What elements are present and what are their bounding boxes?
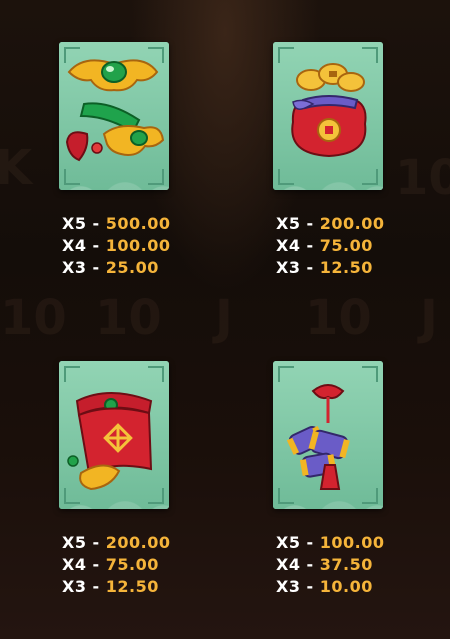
payout-row: X3 - 25.00 bbox=[62, 257, 171, 279]
payout-list: X5 - 200.00 X4 - 75.00 X3 - 12.50 bbox=[62, 532, 171, 598]
multiplier-label: X3 bbox=[276, 258, 301, 277]
multiplier-label: X5 bbox=[276, 214, 301, 233]
payout-value: 10.00 bbox=[319, 577, 373, 596]
payout-list: X5 - 100.00 X4 - 37.50 X3 - 10.00 bbox=[276, 532, 385, 598]
firecracker-icon bbox=[286, 384, 350, 490]
payout-value: 100.00 bbox=[105, 236, 171, 255]
multiplier-label: X3 bbox=[276, 577, 301, 596]
payout-row: X5 - 200.00 bbox=[62, 532, 171, 554]
multiplier-label: X4 bbox=[62, 555, 87, 574]
separator: - bbox=[92, 236, 100, 255]
payout-list: X5 - 200.00 X4 - 75.00 X3 - 12.50 bbox=[276, 213, 385, 279]
red-scroll-icon bbox=[67, 392, 153, 491]
separator: - bbox=[92, 577, 100, 596]
multiplier-label: X4 bbox=[276, 555, 301, 574]
money-pouch-icon bbox=[291, 63, 367, 158]
symbol-card-money-pouch bbox=[273, 42, 383, 190]
payout-row: X3 - 12.50 bbox=[276, 257, 385, 279]
paytable-panel: X5 - 500.00 X4 - 100.00 X3 - 25.00 X5 - … bbox=[0, 0, 450, 639]
payout-value: 200.00 bbox=[105, 533, 171, 552]
payout-row: X5 - 200.00 bbox=[276, 213, 385, 235]
payout-row: X4 - 75.00 bbox=[276, 235, 385, 257]
separator: - bbox=[92, 214, 100, 233]
separator: - bbox=[306, 555, 314, 574]
payout-value: 12.50 bbox=[319, 258, 373, 277]
symbol-card-gold-ingot bbox=[59, 42, 169, 190]
payout-value: 25.00 bbox=[105, 258, 159, 277]
payout-value: 75.00 bbox=[105, 555, 159, 574]
payout-row: X4 - 100.00 bbox=[62, 235, 171, 257]
multiplier-label: X3 bbox=[62, 577, 87, 596]
multiplier-label: X4 bbox=[276, 236, 301, 255]
payout-value: 500.00 bbox=[105, 214, 171, 233]
separator: - bbox=[306, 258, 314, 277]
symbol-card-firecrackers bbox=[273, 361, 383, 509]
separator: - bbox=[92, 555, 100, 574]
payout-row: X3 - 12.50 bbox=[62, 576, 171, 598]
payout-value: 100.00 bbox=[319, 533, 385, 552]
payout-value: 75.00 bbox=[319, 236, 373, 255]
payout-list: X5 - 500.00 X4 - 100.00 X3 - 25.00 bbox=[62, 213, 171, 279]
payout-value: 200.00 bbox=[319, 214, 385, 233]
payout-row: X5 - 500.00 bbox=[62, 213, 171, 235]
multiplier-label: X4 bbox=[62, 236, 87, 255]
payout-row: X3 - 10.00 bbox=[276, 576, 385, 598]
symbol-card-red-scroll bbox=[59, 361, 169, 509]
payout-row: X5 - 100.00 bbox=[276, 532, 385, 554]
multiplier-label: X3 bbox=[62, 258, 87, 277]
payout-row: X4 - 37.50 bbox=[276, 554, 385, 576]
separator: - bbox=[306, 236, 314, 255]
separator: - bbox=[92, 533, 100, 552]
multiplier-label: X5 bbox=[62, 533, 87, 552]
payout-value: 12.50 bbox=[105, 577, 159, 596]
separator: - bbox=[92, 258, 100, 277]
separator: - bbox=[306, 577, 314, 596]
multiplier-label: X5 bbox=[276, 533, 301, 552]
separator: - bbox=[306, 533, 314, 552]
payout-value: 37.50 bbox=[319, 555, 373, 574]
separator: - bbox=[306, 214, 314, 233]
multiplier-label: X5 bbox=[62, 214, 87, 233]
payout-row: X4 - 75.00 bbox=[62, 554, 171, 576]
gold-ingot-icon bbox=[65, 59, 165, 162]
